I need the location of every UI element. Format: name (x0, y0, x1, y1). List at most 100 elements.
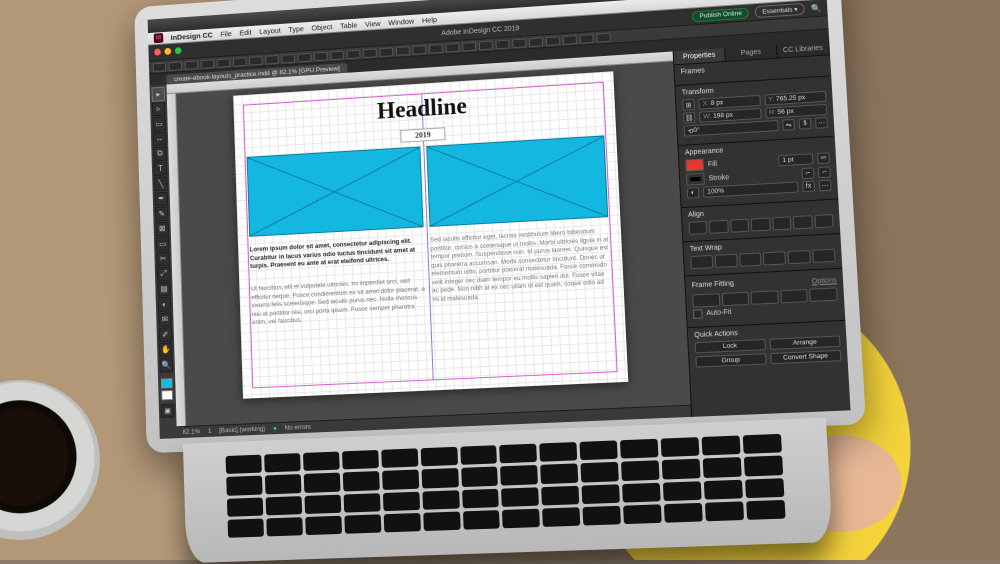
tool-free-transform[interactable]: ⤢ (157, 267, 171, 282)
tool-selection[interactable]: ▸ (151, 87, 165, 102)
quickaction-convert[interactable]: Convert Shape (770, 350, 842, 364)
align-hcenter-icon[interactable] (709, 220, 728, 234)
quickaction-lock[interactable]: Lock (695, 339, 766, 353)
align-more-icon[interactable] (814, 214, 834, 228)
menu-view[interactable]: View (365, 19, 381, 29)
align-left-icon[interactable] (688, 221, 707, 235)
menu-window[interactable]: Window (388, 16, 414, 27)
menu-table[interactable]: Table (340, 20, 358, 30)
fit-content-icon[interactable] (692, 293, 720, 308)
image-frame-left[interactable] (247, 146, 424, 236)
wrap-bbox-icon[interactable] (714, 254, 737, 268)
tool-hand[interactable]: ✋ (159, 342, 173, 357)
menu-type[interactable]: Type (288, 24, 304, 34)
tool-pen[interactable]: ✒ (155, 191, 169, 206)
window-close-icon[interactable] (154, 48, 161, 55)
fit-proportional-icon[interactable] (751, 290, 779, 305)
tool-pencil[interactable]: ✎ (155, 206, 169, 221)
fit-fill-icon[interactable] (780, 289, 808, 304)
framefitting-options-link[interactable]: Options (812, 277, 837, 285)
align-top-icon[interactable] (751, 217, 771, 231)
tool-note[interactable]: ✉ (158, 312, 172, 327)
wrap-more-icon[interactable] (812, 249, 835, 263)
search-icon[interactable]: 🔍 (811, 3, 822, 13)
indesign-logo-icon: Id (154, 33, 164, 43)
transform-w-field[interactable]: W: 198 px (699, 108, 761, 123)
flip-horizontal-icon[interactable]: ⇋ (782, 119, 795, 131)
stroke-weight-field[interactable]: 1 pt (778, 153, 814, 166)
panel-framefitting: Frame Fitting Options (685, 268, 845, 328)
document-page[interactable]: Headline 2019 Lorem ipsum dolor sit amet… (233, 71, 628, 398)
inspector-panel: Properties Pages CC Libraries Frames Tra… (673, 41, 851, 417)
page-number[interactable]: 1 (208, 428, 212, 435)
keys (226, 434, 786, 538)
body-left-light[interactable]: Ut faucibus, elit et vulputate ultricies… (251, 277, 427, 328)
menu-edit[interactable]: Edit (239, 27, 252, 36)
tool-page[interactable]: ▭ (152, 116, 166, 131)
fit-frame-icon[interactable] (721, 292, 749, 307)
link-wh-icon[interactable]: ⛓ (683, 112, 696, 124)
window-zoom-icon[interactable] (175, 47, 182, 54)
fill-stroke-swatches[interactable] (160, 373, 174, 403)
appearance-fill-label: Fill (708, 160, 717, 168)
panel-frames-title: Frames (681, 60, 825, 76)
tool-gap[interactable]: ↔ (153, 131, 167, 146)
coffee-mug (0, 380, 100, 540)
pasteboard[interactable]: Headline 2019 Lorem ipsum dolor sit amet… (176, 61, 690, 426)
preflight-profile[interactable]: [Basic] (working) (219, 426, 266, 435)
appearance-stroke-swatch[interactable] (686, 173, 705, 186)
tool-eyedropper[interactable]: ✐ (158, 327, 172, 342)
publish-online-button[interactable]: Publish Online (692, 7, 749, 22)
tool-gradient-swatch[interactable]: ▤ (157, 282, 171, 297)
tool-rectangle-frame[interactable]: ⊠ (155, 221, 169, 236)
menu-layout[interactable]: Layout (259, 25, 281, 35)
panel-more-icon[interactable]: ⋯ (815, 117, 828, 129)
canvas-area: Headline 2019 Lorem ipsum dolor sit amet… (166, 51, 691, 438)
tool-type[interactable]: T (154, 161, 168, 176)
quickaction-group[interactable]: Group (695, 353, 766, 367)
fill-swatch[interactable] (161, 378, 173, 388)
app-name: InDesign CC (171, 30, 213, 42)
corner-options-icon[interactable]: ⌐ (801, 167, 814, 179)
panel-transform: Transform ⊞ X: 8 px Y: 765.25 px ⛓ W: 19… (675, 75, 834, 145)
appearance-fill-swatch[interactable] (685, 159, 704, 172)
tool-content-collector[interactable]: ⧉ (153, 146, 167, 161)
reference-point-icon[interactable]: ⊞ (682, 99, 695, 111)
autofit-checkbox[interactable] (693, 309, 703, 319)
panel-appearance: Appearance Fill 1 pt ═ Stroke (678, 136, 838, 207)
menu-file[interactable]: File (220, 29, 232, 38)
window-minimize-icon[interactable] (164, 48, 171, 55)
menu-object[interactable]: Object (311, 22, 332, 32)
wrap-shape-icon[interactable] (739, 252, 762, 266)
image-frame-right[interactable] (426, 135, 608, 227)
tool-gradient-feather[interactable]: ◐ (158, 297, 172, 312)
tool-rectangle[interactable]: ▭ (156, 236, 170, 251)
tool-line[interactable]: ╲ (154, 176, 168, 191)
view-mode-button[interactable]: ▣ (161, 403, 175, 418)
body-right[interactable]: Sed iaculis efficitur eget, lacinia vest… (430, 227, 612, 304)
align-bottom-icon[interactable] (793, 215, 813, 229)
menu-help[interactable]: Help (422, 15, 437, 25)
fit-center-icon[interactable] (810, 287, 838, 302)
quickaction-arrange[interactable]: Arrange (769, 335, 841, 350)
appearance-more-icon[interactable]: ⋯ (819, 180, 832, 192)
subhead-box[interactable]: 2019 (400, 127, 445, 142)
appearance-stroke-label: Stroke (708, 174, 729, 182)
align-right-icon[interactable] (730, 219, 750, 233)
laptop-keyboard (183, 418, 833, 564)
zoom-level[interactable]: 82.1% (182, 428, 200, 436)
tool-direct-selection[interactable]: ▹ (152, 102, 166, 117)
align-vcenter-icon[interactable] (772, 216, 792, 230)
workspace-switcher[interactable]: Essentials ▾ (755, 3, 805, 18)
preflight-status: No errors (285, 424, 312, 432)
wrap-jump-icon[interactable] (763, 251, 786, 265)
tool-scissors[interactable]: ✂ (156, 251, 170, 266)
stroke-style-icon[interactable]: ═ (817, 152, 830, 164)
corner-options2-icon[interactable]: ⌐ (818, 166, 831, 178)
flip-vertical-icon[interactable]: ⥮ (799, 118, 812, 130)
stroke-swatch[interactable] (161, 389, 173, 399)
fx-button[interactable]: fx (802, 180, 815, 192)
wrap-jumpnext-icon[interactable] (788, 250, 811, 264)
tool-zoom[interactable]: 🔍 (159, 357, 173, 372)
wrap-none-icon[interactable] (690, 255, 713, 269)
